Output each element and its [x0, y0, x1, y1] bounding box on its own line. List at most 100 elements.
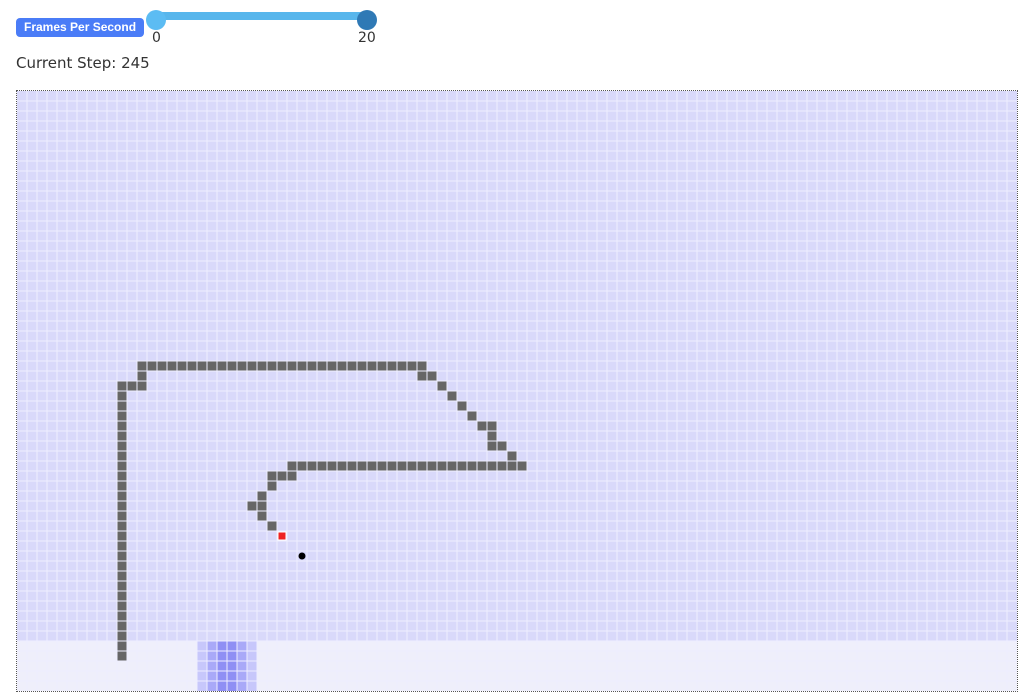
slider-track[interactable] [146, 10, 377, 30]
wall-cell [117, 621, 127, 631]
highlight-cell [197, 671, 207, 681]
highlight-cell [207, 641, 217, 651]
wall-cell [387, 461, 397, 471]
wall-cell [297, 461, 307, 471]
wall-cell [137, 361, 147, 371]
wall-cell [267, 471, 277, 481]
wall-cell [317, 461, 327, 471]
slider-min-label: 0 [152, 30, 161, 46]
wall-cell [347, 361, 357, 371]
slider-handle-max[interactable] [357, 10, 377, 30]
highlight-cell [207, 681, 217, 691]
wall-cell [267, 521, 277, 531]
wall-cell [287, 461, 297, 471]
wall-cell [457, 401, 467, 411]
highlight-cell [217, 641, 227, 651]
wall-cell [447, 391, 457, 401]
wall-cell [437, 381, 447, 391]
highlight-cell [227, 661, 237, 671]
highlight-cell [207, 661, 217, 671]
wall-cell [257, 511, 267, 521]
wall-cell [117, 521, 127, 531]
wall-cell [507, 451, 517, 461]
current-step: Current Step: 245 [16, 54, 150, 72]
grid-world[interactable] [16, 90, 1018, 692]
wall-cell [447, 461, 457, 471]
highlight-cell [197, 651, 207, 661]
slider-handle-min[interactable] [146, 10, 166, 30]
highlight-cell [227, 681, 237, 691]
highlight-cell [247, 671, 257, 681]
wall-cell [307, 461, 317, 471]
fps-range-slider[interactable]: 0 20 [146, 8, 377, 48]
wall-cell [267, 481, 277, 491]
wall-cell [117, 471, 127, 481]
wall-cell [257, 501, 267, 511]
wall-cell [487, 421, 497, 431]
wall-cell [117, 541, 127, 551]
highlight-cell [237, 671, 247, 681]
wall-cell [397, 361, 407, 371]
wall-cell [167, 361, 177, 371]
highlight-cell [197, 681, 207, 691]
wall-cell [117, 571, 127, 581]
agent-cell [277, 531, 287, 541]
wall-cell [127, 381, 137, 391]
wall-cell [487, 441, 497, 451]
wall-cell [117, 411, 127, 421]
wall-cell [117, 641, 127, 651]
wall-cell [227, 361, 237, 371]
wall-cell [117, 601, 127, 611]
wall-cell [407, 461, 417, 471]
wall-cell [327, 361, 337, 371]
highlight-cell [227, 671, 237, 681]
wall-cell [377, 361, 387, 371]
highlight-cell [247, 651, 257, 661]
wall-cell [117, 591, 127, 601]
wall-cell [347, 461, 357, 471]
wall-cell [307, 361, 317, 371]
wall-cell [207, 361, 217, 371]
wall-cell [437, 461, 447, 471]
wall-cell [417, 371, 427, 381]
highlight-cell [237, 641, 247, 651]
wall-cell [517, 461, 527, 471]
wall-cell [157, 361, 167, 371]
grid-canvas[interactable] [17, 91, 1017, 691]
wall-cell [117, 511, 127, 521]
wall-cell [367, 361, 377, 371]
highlight-cell [227, 651, 237, 661]
highlight-cell [247, 641, 257, 651]
wall-cell [117, 461, 127, 471]
wall-cell [117, 441, 127, 451]
wall-cell [417, 361, 427, 371]
highlight-cell [237, 651, 247, 661]
highlight-cell [237, 681, 247, 691]
wall-cell [287, 361, 297, 371]
wall-cell [427, 371, 437, 381]
wall-cell [417, 461, 427, 471]
wall-cell [137, 381, 147, 391]
wall-cell [507, 461, 517, 471]
wall-cell [117, 501, 127, 511]
highlight-cell [197, 641, 207, 651]
wall-cell [467, 411, 477, 421]
current-step-label: Current Step: [16, 54, 117, 72]
wall-cell [477, 421, 487, 431]
wall-cell [117, 551, 127, 561]
wall-cell [117, 631, 127, 641]
highlight-cell [217, 671, 227, 681]
wall-cell [337, 461, 347, 471]
highlight-cell [207, 671, 217, 681]
wall-cell [257, 361, 267, 371]
fps-label: Frames Per Second [16, 18, 145, 37]
wall-cell [267, 361, 277, 371]
wall-cell [327, 461, 337, 471]
wall-cell [117, 561, 127, 571]
wall-cell [247, 361, 257, 371]
wall-cell [357, 361, 367, 371]
wall-cell [217, 361, 227, 371]
wall-cell [357, 461, 367, 471]
highlight-cell [207, 651, 217, 661]
wall-cell [407, 361, 417, 371]
